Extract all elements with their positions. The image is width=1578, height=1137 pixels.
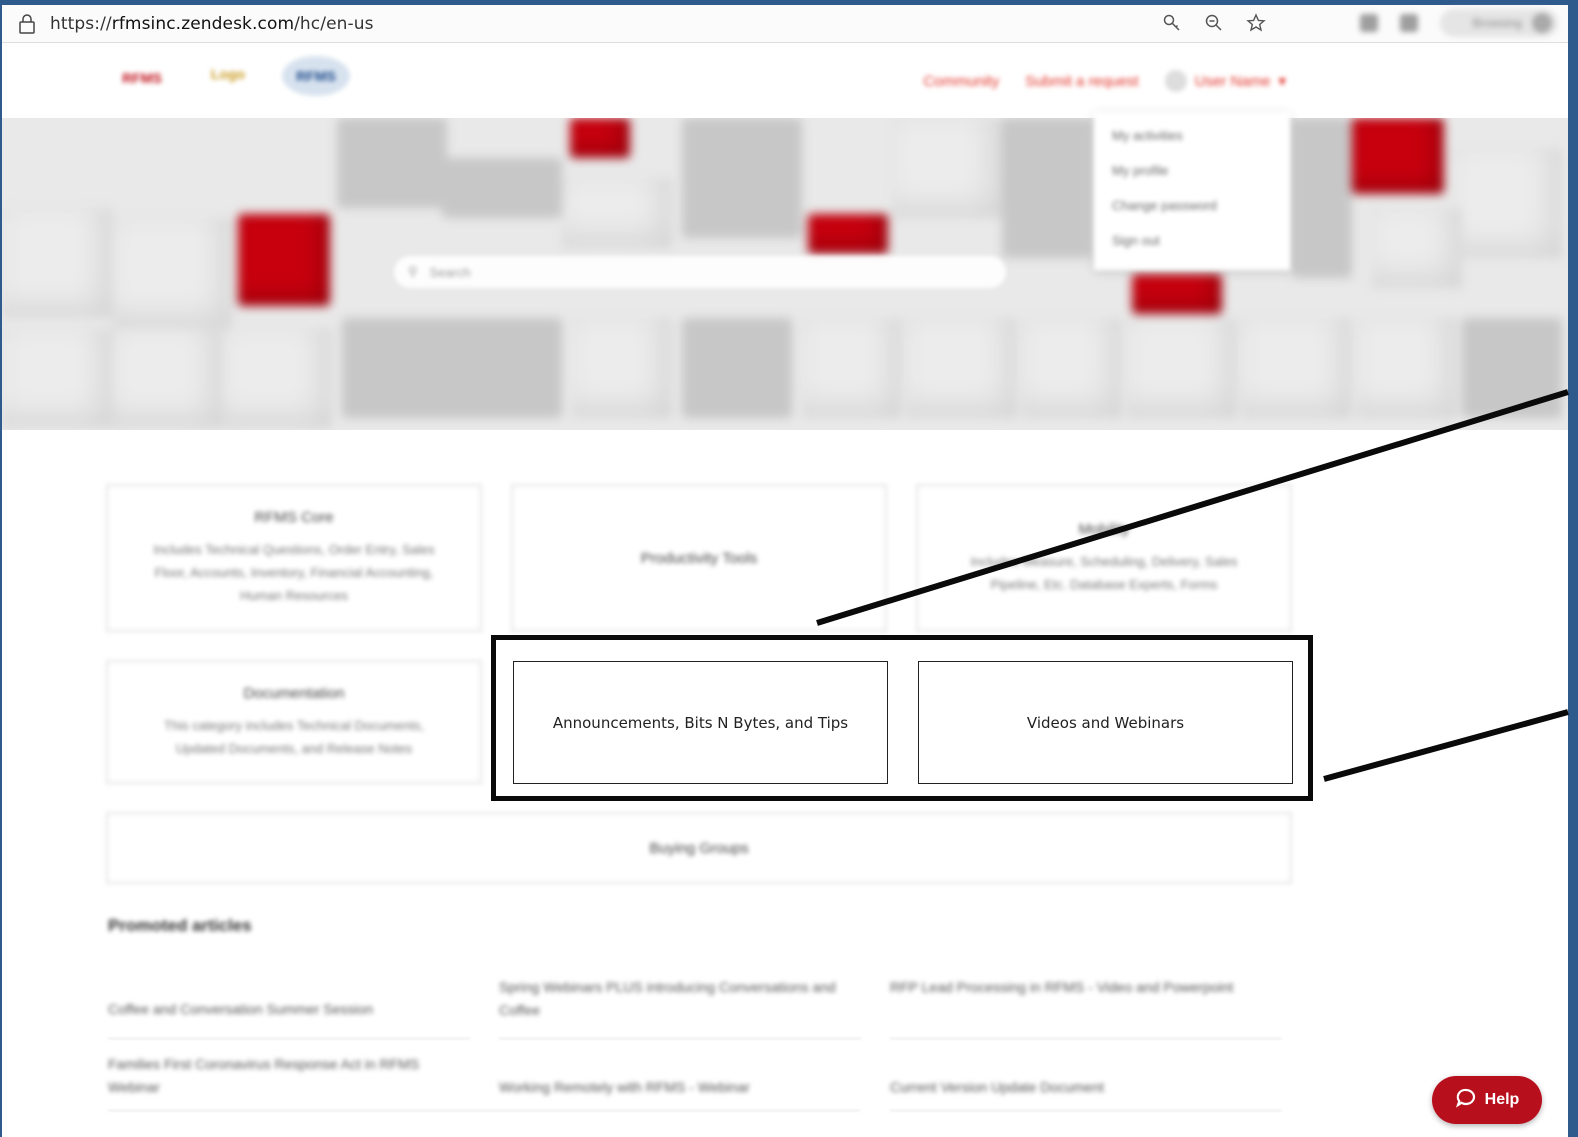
callout-pointer-lines xyxy=(816,389,1569,782)
article-divider xyxy=(499,1038,861,1039)
article-divider xyxy=(890,1038,1282,1039)
browser-window: https://rfmsinc.zendesk.com/hc/en-us Bro… xyxy=(0,0,1578,1137)
promoted-article-link[interactable]: Working Remotely with RFMS - Webinar xyxy=(499,1076,859,1099)
promoted-article-link[interactable]: Spring Webinars PLUS introducing Convers… xyxy=(499,976,859,1022)
help-button[interactable]: Help xyxy=(1432,1076,1542,1124)
category-title: Buying Groups xyxy=(649,839,749,857)
promoted-article-link[interactable]: Current Version Update Document xyxy=(890,1076,1250,1099)
callout-line-upper xyxy=(816,389,1569,626)
promoted-article-link[interactable]: Families First Coronavirus Response Act … xyxy=(108,1053,468,1099)
help-label: Help xyxy=(1484,1091,1520,1108)
promoted-article-link[interactable]: RFP Lead Processing in RFMS - Video and … xyxy=(890,976,1250,999)
chat-bubble-icon xyxy=(1455,1087,1477,1114)
category-card-buying-groups[interactable]: Buying Groups xyxy=(106,812,1292,884)
promoted-article-link[interactable]: Coffee and Conversation Summer Session xyxy=(108,998,468,1021)
article-divider xyxy=(108,1038,470,1039)
promoted-articles-heading: Promoted articles xyxy=(108,916,252,935)
callout-line-lower xyxy=(1323,709,1569,782)
article-divider xyxy=(890,1110,1282,1111)
article-divider xyxy=(108,1110,860,1111)
